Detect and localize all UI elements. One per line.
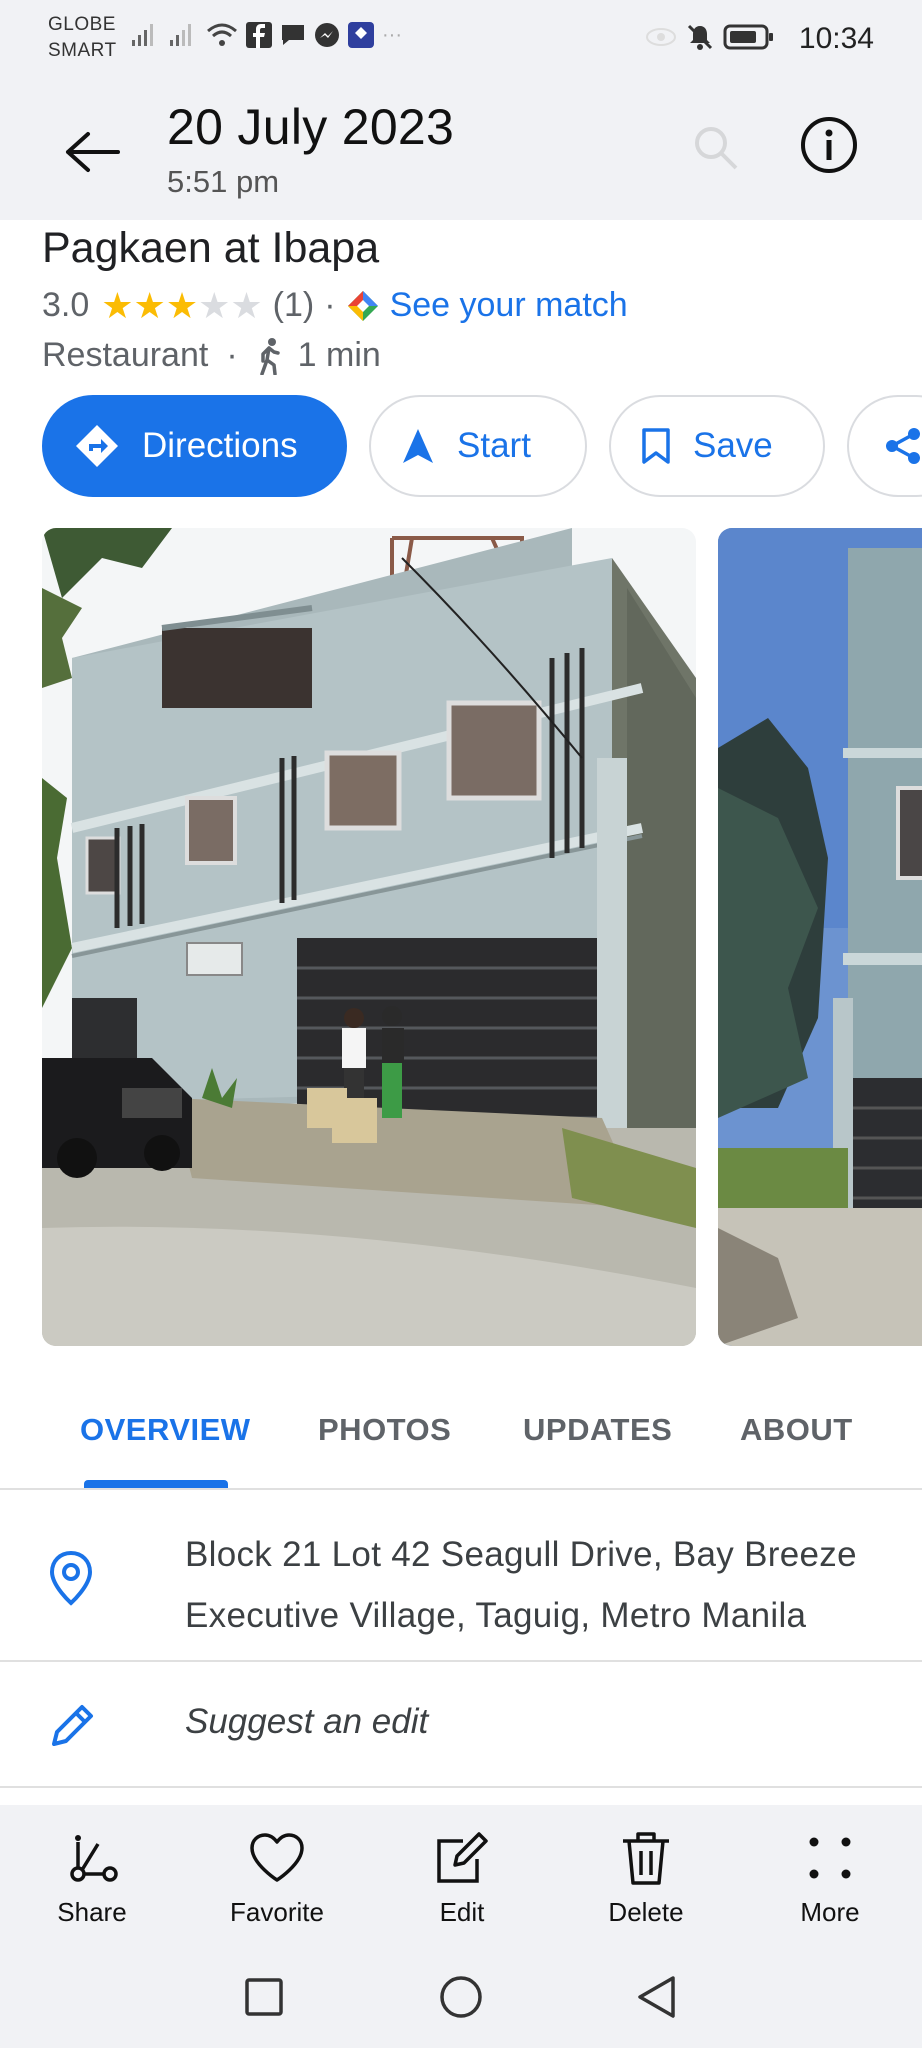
edit-icon <box>437 1832 488 1883</box>
more-label: More <box>800 1897 860 1927</box>
recent-apps-button[interactable] <box>238 1971 290 2023</box>
status-icons-right <box>645 22 775 52</box>
directions-button[interactable]: Directions <box>42 395 347 497</box>
triangle-back-icon <box>638 1976 675 2018</box>
heart-icon <box>250 1833 304 1882</box>
see-match-label: See your match <box>389 286 628 324</box>
start-button[interactable]: Start <box>369 395 587 497</box>
circle-icon <box>440 1976 482 2018</box>
back-nav-button[interactable] <box>630 1971 682 2023</box>
separator: · <box>324 286 336 324</box>
status-icons-left: ··· <box>130 22 402 48</box>
review-count[interactable]: (1) <box>273 286 315 325</box>
navigation-arrow-icon <box>403 429 433 463</box>
share-place-button[interactable] <box>847 395 922 497</box>
suggest-edit-label: Suggest an edit <box>185 1702 429 1741</box>
star-filled-icon: ★ <box>165 284 199 326</box>
delete-label: Delete <box>608 1897 684 1927</box>
edit-button[interactable]: Edit <box>387 1827 537 1928</box>
clock: 10:34 <box>798 22 874 55</box>
favorite-label: Favorite <box>230 1897 324 1927</box>
star-filled-icon: ★ <box>133 284 166 326</box>
back-button[interactable] <box>60 120 124 184</box>
gallery-action-bar: Share Favorite Edit Delete More <box>0 1805 922 1945</box>
location-pin-icon <box>49 1550 93 1606</box>
star-empty-icon: ★ <box>198 284 231 326</box>
star-empty-icon: ★ <box>230 284 263 326</box>
see-match-link[interactable]: See your match <box>346 286 628 325</box>
start-label: Start <box>457 426 531 465</box>
photo-time: 5:51 pm <box>167 164 280 199</box>
delete-button[interactable]: Delete <box>571 1827 721 1928</box>
edit-label: Edit <box>439 1897 485 1927</box>
directions-icon <box>76 425 118 467</box>
bookmark-icon <box>642 428 670 464</box>
place-photo-2[interactable] <box>718 528 922 1346</box>
more-button[interactable]: More <box>755 1827 905 1928</box>
save-label: Save <box>693 426 773 465</box>
square-icon <box>245 1978 283 2016</box>
share-icon <box>70 1835 118 1882</box>
messenger-icon <box>315 23 339 47</box>
building-photo-2 <box>718 528 922 1346</box>
tab-about[interactable]: ABOUT <box>740 1412 853 1448</box>
app-notification-icon <box>348 22 374 48</box>
rating-row: 3.0 ★ ★ ★ ★ ★ (1) · See your match <box>42 286 628 325</box>
share-nodes-icon <box>886 428 920 464</box>
address-text: Block 21 Lot 42 Seagull Drive, Bay Breez… <box>185 1524 857 1646</box>
gallery-header: 20 July 2023 5:51 pm <box>0 86 922 220</box>
place-card: Pagkaen at Ibapa 3.0 ★ ★ ★ ★ ★ (1) · See you… <box>0 220 922 1805</box>
eye-icon <box>646 28 676 46</box>
tab-overview[interactable]: OVERVIEW <box>80 1412 251 1448</box>
address-line-2: Executive Village, Taguig, Metro Manila <box>185 1596 807 1635</box>
place-title: Pagkaen at Ibapa <box>42 224 380 272</box>
place-photo-1[interactable] <box>42 528 696 1346</box>
status-bar: GLOBE SMART ··· 10:34 <box>0 0 922 86</box>
message-icon <box>282 25 304 45</box>
info-icon[interactable] <box>800 116 858 174</box>
home-button[interactable] <box>435 1971 487 2023</box>
favorite-button[interactable]: Favorite <box>202 1827 352 1928</box>
separator-2: · <box>226 336 238 374</box>
more-notifications-icon: ··· <box>382 23 402 46</box>
place-tabs: OVERVIEW PHOTOS UPDATES ABOUT <box>0 1370 922 1490</box>
share-button[interactable]: Share <box>17 1827 167 1928</box>
arrow-left-icon <box>66 132 120 172</box>
place-category: Restaurant <box>42 336 209 374</box>
action-chips: Directions Start Save <box>42 395 922 497</box>
building-photo <box>42 528 696 1346</box>
wifi-icon <box>207 23 237 46</box>
address-row[interactable]: Block 21 Lot 42 Seagull Drive, Bay Breez… <box>0 1502 922 1662</box>
directions-label: Directions <box>142 426 298 465</box>
facebook-icon <box>246 22 272 48</box>
trash-icon <box>623 1832 669 1885</box>
search-icon[interactable] <box>690 122 740 172</box>
address-line-1: Block 21 Lot 42 Seagull Drive, Bay Breez… <box>185 1535 857 1574</box>
carrier-label-1: GLOBE <box>48 14 116 35</box>
suggest-edit-row[interactable]: Suggest an edit <box>0 1664 922 1788</box>
match-diamond-icon <box>347 290 378 321</box>
walk-time: 1 min <box>297 336 381 374</box>
photo-date: 20 July 2023 <box>167 99 455 155</box>
active-tab-indicator <box>84 1480 228 1488</box>
save-button[interactable]: Save <box>609 395 825 497</box>
rating-value: 3.0 <box>42 286 90 324</box>
signal-icon <box>132 24 153 46</box>
carrier-label-2: SMART <box>48 40 117 61</box>
share-label: Share <box>57 1897 127 1927</box>
battery-icon <box>723 24 773 50</box>
tab-photos[interactable]: PHOTOS <box>318 1412 451 1448</box>
system-nav-bar <box>0 1945 922 2048</box>
pencil-icon <box>52 1705 93 1746</box>
star-rating: ★ ★ ★ ★ ★ <box>101 284 263 326</box>
meta-row: Restaurant · 1 min <box>42 336 381 375</box>
mute-bell-icon <box>687 24 713 50</box>
signal-icon-2 <box>170 24 191 46</box>
star-filled-icon: ★ <box>101 284 134 326</box>
more-dots-icon <box>809 1837 851 1879</box>
tab-updates[interactable]: UPDATES <box>523 1412 672 1448</box>
walking-icon <box>259 337 280 375</box>
